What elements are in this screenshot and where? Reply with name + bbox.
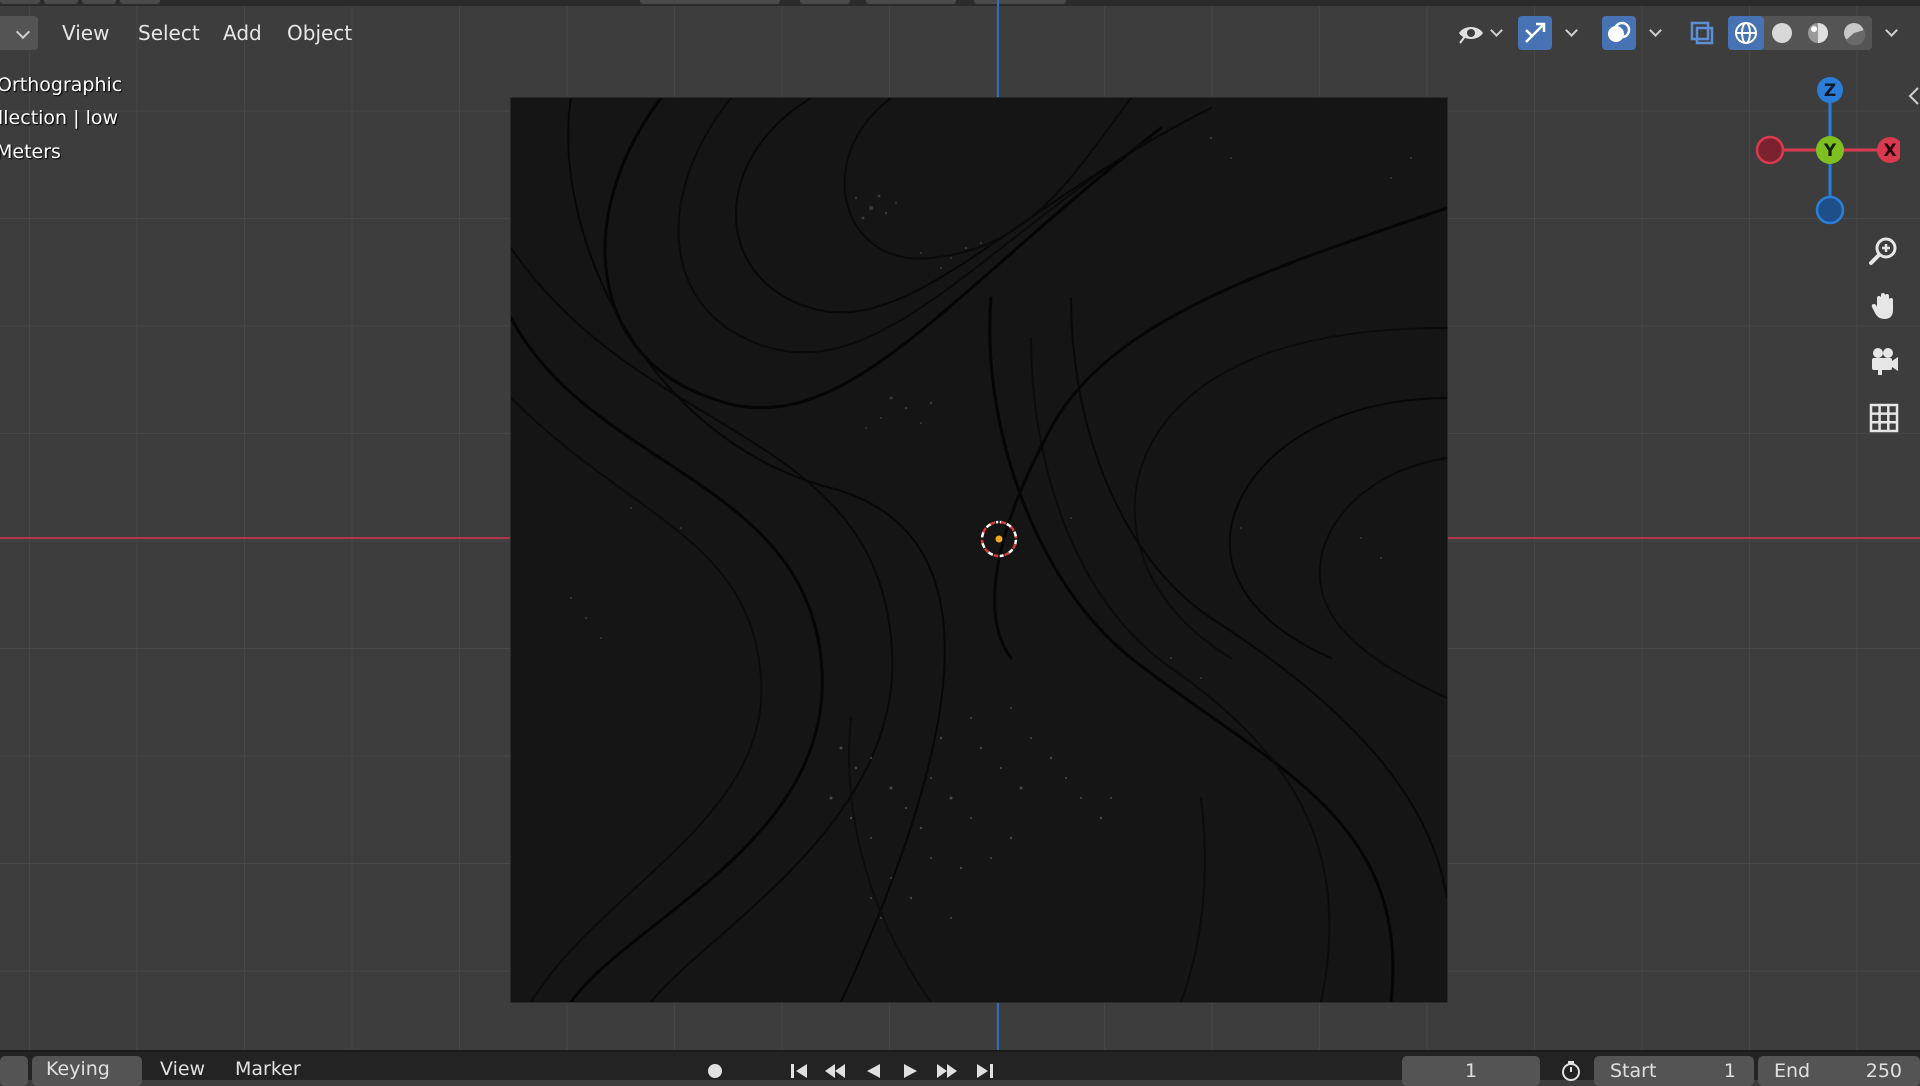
chevron-down-icon bbox=[15, 24, 31, 40]
visibility-dropdown[interactable] bbox=[1448, 16, 1508, 50]
mode-selector[interactable] bbox=[0, 16, 38, 50]
hand-pan-icon bbox=[1871, 293, 1893, 319]
3d-viewport[interactable]: View Select Add Object Orthographic llec… bbox=[0, 0, 1920, 1050]
camera-view-button[interactable] bbox=[1862, 339, 1906, 383]
zoom-icon bbox=[1869, 237, 1897, 265]
gizmo-x-label: X bbox=[1883, 141, 1896, 161]
select-menu[interactable]: Select bbox=[128, 16, 210, 50]
prev-keyframe-icon bbox=[825, 1064, 845, 1078]
play-reverse-icon bbox=[867, 1064, 880, 1078]
gizmo-y-label: Y bbox=[1823, 141, 1837, 161]
rendered-shading-button[interactable] bbox=[1836, 16, 1872, 50]
overlays-dropdown[interactable] bbox=[1640, 16, 1670, 50]
rendered-shading-icon bbox=[1844, 23, 1866, 46]
timeline-editor-type[interactable] bbox=[0, 1056, 28, 1086]
shading-mode-group bbox=[1728, 16, 1872, 50]
units-label: Meters bbox=[0, 141, 61, 163]
xray-icon bbox=[1690, 21, 1714, 45]
gizmo-z-label: Z bbox=[1824, 81, 1836, 101]
view-name-label: Orthographic bbox=[0, 74, 123, 96]
xray-toggle[interactable] bbox=[1685, 16, 1719, 50]
end-frame-field[interactable]: End 250 bbox=[1758, 1056, 1920, 1086]
next-keyframe-button[interactable] bbox=[934, 1060, 960, 1082]
wireframe-shading-button[interactable] bbox=[1728, 16, 1764, 50]
add-menu[interactable]: Add bbox=[213, 16, 272, 50]
start-label: Start bbox=[1610, 1060, 1657, 1082]
viewport-header: View Select Add Object bbox=[0, 16, 1920, 50]
stopwatch-icon bbox=[1562, 1061, 1580, 1081]
wireframe-shading-icon bbox=[1735, 22, 1757, 44]
timeline-header: Keying View Marker 1 Start 1 End 250 bbox=[0, 1050, 1920, 1086]
shading-dropdown[interactable] bbox=[1876, 16, 1906, 50]
object-menu[interactable]: Object bbox=[277, 16, 362, 50]
jump-start-icon bbox=[791, 1064, 807, 1078]
end-value: 250 bbox=[1865, 1060, 1902, 1082]
play-icon bbox=[904, 1064, 917, 1078]
end-label: End bbox=[1774, 1060, 1811, 1082]
record-icon bbox=[708, 1064, 722, 1078]
chevron-down-icon bbox=[1564, 24, 1578, 37]
camera-icon bbox=[1872, 348, 1898, 375]
editor-top-strip bbox=[0, 0, 1920, 6]
overlays-icon bbox=[1608, 21, 1631, 42]
preview-range-button[interactable] bbox=[1558, 1060, 1584, 1082]
prev-keyframe-button[interactable] bbox=[822, 1060, 848, 1082]
material-preview-button[interactable] bbox=[1800, 16, 1836, 50]
jump-end-icon bbox=[977, 1064, 993, 1078]
chevron-down-icon bbox=[1884, 24, 1898, 37]
play-button[interactable] bbox=[898, 1060, 924, 1082]
gizmo-icon bbox=[1525, 22, 1546, 43]
pan-button[interactable] bbox=[1862, 284, 1906, 328]
keying-dropdown[interactable]: Keying bbox=[32, 1056, 142, 1086]
grid-ortho-icon bbox=[1869, 403, 1899, 433]
gizmo-dropdown[interactable] bbox=[1556, 16, 1586, 50]
gizmo-toggle[interactable] bbox=[1518, 16, 1552, 50]
current-frame-field[interactable]: 1 bbox=[1402, 1056, 1540, 1086]
start-value: 1 bbox=[1723, 1060, 1736, 1082]
chevron-down-icon bbox=[1489, 24, 1503, 37]
navigation-gizmo[interactable]: Z Y X bbox=[1750, 70, 1903, 230]
next-keyframe-icon bbox=[937, 1064, 957, 1078]
solid-shading-icon bbox=[1772, 23, 1792, 43]
auto-keying-button[interactable] bbox=[702, 1060, 728, 1082]
3d-cursor[interactable] bbox=[979, 519, 1019, 559]
solid-shading-button[interactable] bbox=[1764, 16, 1800, 50]
timeline-view-menu[interactable]: View bbox=[160, 1058, 205, 1080]
zoom-button[interactable] bbox=[1862, 229, 1906, 273]
view-menu[interactable]: View bbox=[52, 16, 119, 50]
collection-label: llection | low bbox=[0, 107, 119, 129]
play-reverse-button[interactable] bbox=[860, 1060, 886, 1082]
overlays-toggle[interactable] bbox=[1602, 16, 1636, 50]
start-frame-field[interactable]: Start 1 bbox=[1594, 1056, 1754, 1086]
keying-label: Keying bbox=[46, 1058, 110, 1080]
jump-start-button[interactable] bbox=[786, 1060, 812, 1082]
chevron-down-icon bbox=[1648, 24, 1662, 37]
timeline-marker-menu[interactable]: Marker bbox=[235, 1058, 301, 1080]
material-preview-icon bbox=[1808, 23, 1828, 43]
jump-end-button[interactable] bbox=[972, 1060, 998, 1082]
ortho-toggle-button[interactable] bbox=[1862, 396, 1906, 440]
sidebar-toggle-arrow-icon[interactable] bbox=[1906, 86, 1920, 106]
eye-visibility-icon bbox=[1458, 27, 1483, 44]
